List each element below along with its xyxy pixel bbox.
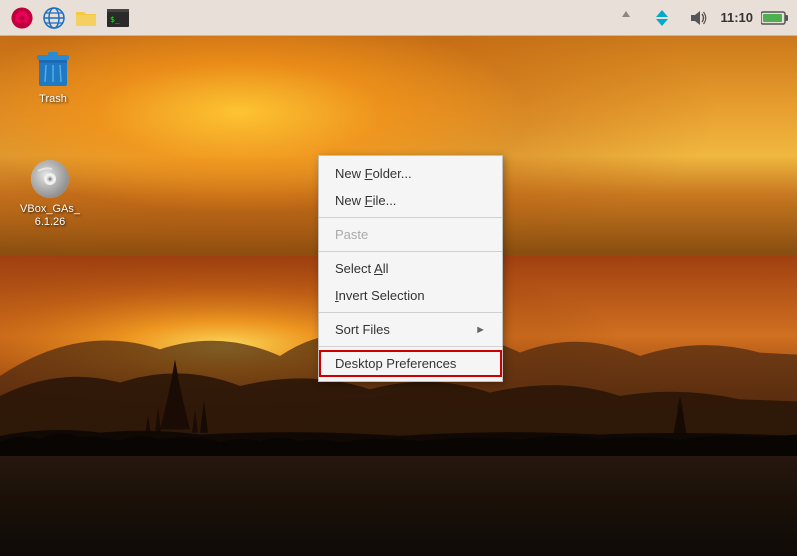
taskbar-right: 11:10 — [612, 4, 789, 32]
menu-item-sort-files[interactable]: Sort Files ► — [319, 316, 502, 343]
menu-separator-2 — [319, 251, 502, 252]
menu-item-invert-selection-label: Invert Selection — [335, 288, 425, 303]
menu-item-desktop-preferences-label: Desktop Preferences — [335, 356, 456, 371]
taskbar-left: $_ — [8, 4, 612, 32]
raspberry-pi-menu-button[interactable] — [8, 4, 36, 32]
clock: 11:10 — [720, 10, 753, 25]
terminal-button[interactable]: $_ — [104, 4, 132, 32]
context-menu: New Folder... New File... Paste Select A… — [318, 155, 503, 382]
vbox-image — [30, 159, 70, 199]
network-status-icon[interactable] — [612, 4, 640, 32]
menu-separator-1 — [319, 217, 502, 218]
sort-files-arrow: ► — [475, 324, 486, 336]
battery-icon — [761, 4, 789, 32]
vbox-label: VBox_GAs_6.1.26 — [19, 203, 81, 229]
menu-item-new-folder[interactable]: New Folder... — [319, 160, 502, 187]
menu-item-paste: Paste — [319, 221, 502, 248]
volume-icon[interactable] — [684, 4, 712, 32]
svg-text:$_: $_ — [110, 15, 120, 24]
vbox-icon[interactable]: VBox_GAs_6.1.26 — [15, 155, 85, 233]
menu-item-invert-selection[interactable]: Invert Selection — [319, 282, 502, 309]
menu-item-sort-files-label: Sort Files — [335, 322, 390, 337]
taskbar: $_ — [0, 0, 797, 36]
trash-label: Trash — [39, 93, 67, 106]
menu-separator-3 — [319, 312, 502, 313]
browser-button[interactable] — [40, 4, 68, 32]
menu-item-desktop-preferences[interactable]: Desktop Preferences — [319, 350, 502, 377]
menu-item-paste-label: Paste — [335, 227, 368, 242]
trash-image — [33, 49, 73, 89]
desktop[interactable]: $_ — [0, 0, 797, 556]
menu-separator-4 — [319, 346, 502, 347]
menu-item-new-file-label: New File... — [335, 193, 396, 208]
menu-item-select-all[interactable]: Select All — [319, 255, 502, 282]
network-transfer-icon[interactable] — [648, 4, 676, 32]
menu-item-new-folder-label: New Folder... — [335, 166, 412, 181]
menu-item-new-file[interactable]: New File... — [319, 187, 502, 214]
menu-item-select-all-label: Select All — [335, 261, 388, 276]
trash-icon[interactable]: Trash — [18, 45, 88, 110]
file-manager-button[interactable] — [72, 4, 100, 32]
